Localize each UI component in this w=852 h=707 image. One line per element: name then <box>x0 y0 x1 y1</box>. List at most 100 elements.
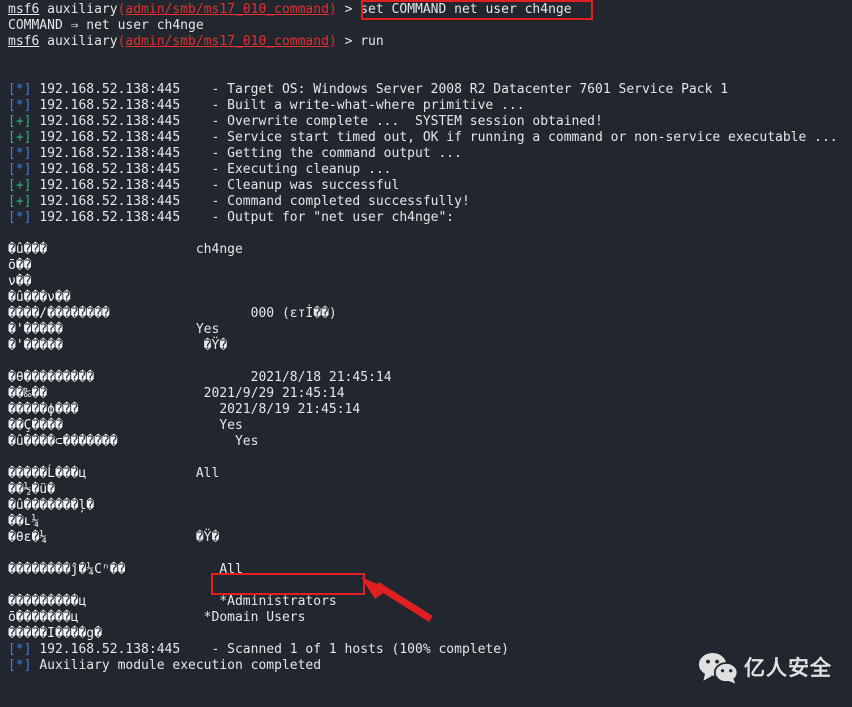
net-user-field-value: 2021/8/19 21:45:14 <box>219 402 361 417</box>
status-text: - Target OS: Windows Server 2008 R2 Data… <box>211 82 729 97</box>
net-user-field-label: ���������ц <box>8 594 220 609</box>
status-marker: [*] <box>8 82 32 97</box>
net-user-field-label: ��‰�� <box>8 386 204 401</box>
prompt-context: auxiliary <box>47 2 118 17</box>
net-user-field-label: ����/�������� <box>8 306 251 321</box>
net-user-field-label: ��½�ü� <box>8 482 196 497</box>
status-text: - Service start timed out, OK if running… <box>211 130 838 145</box>
net-user-field-label: ō�� <box>8 258 196 273</box>
status-output-block: [*] 192.168.52.138:445 - Target OS: Wind… <box>0 82 852 226</box>
net-user-row: �'����� Yes <box>0 322 852 338</box>
net-user-row: �'����� �Ÿ� <box>0 338 852 354</box>
net-user-row: �����ϕ��� 2021/8/19 21:45:14 <box>0 402 852 418</box>
prompt-caret: > <box>336 34 361 49</box>
status-marker: [*] <box>8 210 32 225</box>
status-marker: [*] <box>8 162 32 177</box>
net-user-field-value: ch4nge <box>195 242 243 257</box>
status-marker: [*] <box>8 98 32 113</box>
net-user-field-value: 000 (εтİ��) <box>250 306 337 321</box>
watermark-text: 亿人安全 <box>744 656 832 680</box>
status-line-3: [+] 192.168.52.138:445 - Service start t… <box>0 130 852 146</box>
target-host: 192.168.52.138:445 <box>39 194 212 209</box>
net-user-row: ��½�ü� <box>0 482 852 498</box>
net-user-field-value: �Ÿ� <box>203 338 228 353</box>
net-user-field-label: ν�� <box>8 274 196 289</box>
net-user-field-label: �����ϕ��� <box>8 402 220 417</box>
status-text: Auxiliary module execution completed <box>39 658 322 673</box>
status-marker: [+] <box>8 194 32 209</box>
prompt-context: auxiliary <box>47 34 118 49</box>
net-user-row: �θε�¼ �Ÿ� <box>0 530 852 546</box>
net-user-field-value: 2021/8/18 21:45:14 <box>250 370 392 385</box>
watermark: 亿人安全 <box>698 650 844 686</box>
status-line-5: [*] 192.168.52.138:445 - Executing clean… <box>0 162 852 178</box>
net-user-field-label: �����І����g� <box>8 626 196 641</box>
status-line-2: [+] 192.168.52.138:445 - Overwrite compl… <box>0 114 852 130</box>
net-user-field-value: All <box>195 466 220 481</box>
status-line-7: [+] 192.168.52.138:445 - Command complet… <box>0 194 852 210</box>
set-command-text[interactable]: set COMMAND net user ch4nge <box>360 2 571 17</box>
wechat-logo-icon <box>698 653 738 684</box>
net-user-row: �û�������ļ� <box>0 498 852 514</box>
net-user-field-value: All <box>219 562 243 577</box>
net-user-row: ��‰�� 2021/9/29 21:45:14 <box>0 386 852 402</box>
net-user-field-label: �û�������ļ� <box>8 498 196 513</box>
net-user-field-value-highlighted: *Administrators <box>219 594 337 609</box>
status-text: - Command completed successfully! <box>211 194 470 209</box>
status-line-8: [*] 192.168.52.138:445 - Output for "net… <box>0 210 852 226</box>
status-text: - Scanned 1 of 1 hosts (100% complete) <box>211 642 509 657</box>
net-user-field-label: �û��� <box>8 242 196 257</box>
prompt-line-run: msf6 auxiliary(admin/smb/ms17_010_comman… <box>0 34 852 50</box>
net-user-row: �����Ĺ���ц All <box>0 466 852 482</box>
target-host: 192.168.52.138:445 <box>39 162 212 177</box>
net-user-row: �û���ν�� <box>0 290 852 306</box>
status-text: - Output for "net user ch4nge": <box>211 210 455 225</box>
net-user-row: �û��� ch4nge <box>0 242 852 258</box>
target-host: 192.168.52.138:445 <box>39 146 212 161</box>
status-text: - Getting the command output ... <box>211 146 462 161</box>
net-user-field-value: Yes <box>234 434 259 449</box>
shell-name: msf6 <box>8 2 40 17</box>
net-user-row: ō�� <box>0 258 852 274</box>
net-user-field-value: Yes <box>219 418 243 433</box>
net-user-row: ��������ĵ�¼Сⁿ�� All <box>0 562 852 578</box>
net-user-row: ��Ç���� Yes <box>0 418 852 434</box>
prompt-line-set-command: msf6 auxiliary(admin/smb/ms17_010_comman… <box>0 2 852 18</box>
status-line-0: [*] 192.168.52.138:445 - Target OS: Wind… <box>0 82 852 98</box>
status-text: - Executing cleanup ... <box>211 162 392 177</box>
status-text: - Overwrite complete ... SYSTEM session … <box>211 114 603 129</box>
net-user-field-label: ��ʟ¼ <box>8 514 196 529</box>
net-user-field-value: 2021/9/29 21:45:14 <box>203 386 345 401</box>
net-user-field-label: ō�������ц <box>8 610 204 625</box>
net-user-row: �û����⊂������� Yes <box>0 434 852 450</box>
net-user-field-value: �Ÿ� <box>195 530 220 545</box>
run-command-text[interactable]: run <box>360 34 383 49</box>
paren-close: ) <box>328 2 337 17</box>
terminal-window: msf6 auxiliary(admin/smb/ms17_010_comman… <box>0 0 852 707</box>
net-user-row: ���������ц *Administrators <box>0 594 852 610</box>
target-host: 192.168.52.138:445 <box>39 130 212 145</box>
net-user-field-label: �θ��������� <box>8 370 251 385</box>
net-user-row: ��ʟ¼ <box>0 514 852 530</box>
status-text: - Built a write-what-where primitive ... <box>211 98 525 113</box>
target-host: 192.168.52.138:445 <box>39 114 212 129</box>
set-command-confirmation: COMMAND ⇒ net user ch4nge <box>8 18 204 33</box>
net-user-field-label: �û����⊂������� <box>8 434 235 449</box>
net-user-field-label: ��Ç���� <box>8 418 220 433</box>
prompt-caret: > <box>336 2 361 17</box>
net-user-field-label: �θε�¼ <box>8 530 196 545</box>
net-user-row: �θ��������� 2021/8/18 21:45:14 <box>0 370 852 386</box>
target-host: 192.168.52.138:445 <box>39 210 212 225</box>
target-host: 192.168.52.138:445 <box>39 178 212 193</box>
net-user-field-label: �'����� <box>8 338 204 353</box>
paren-close: ) <box>328 34 337 49</box>
net-user-field-label: �û���ν�� <box>8 290 196 305</box>
